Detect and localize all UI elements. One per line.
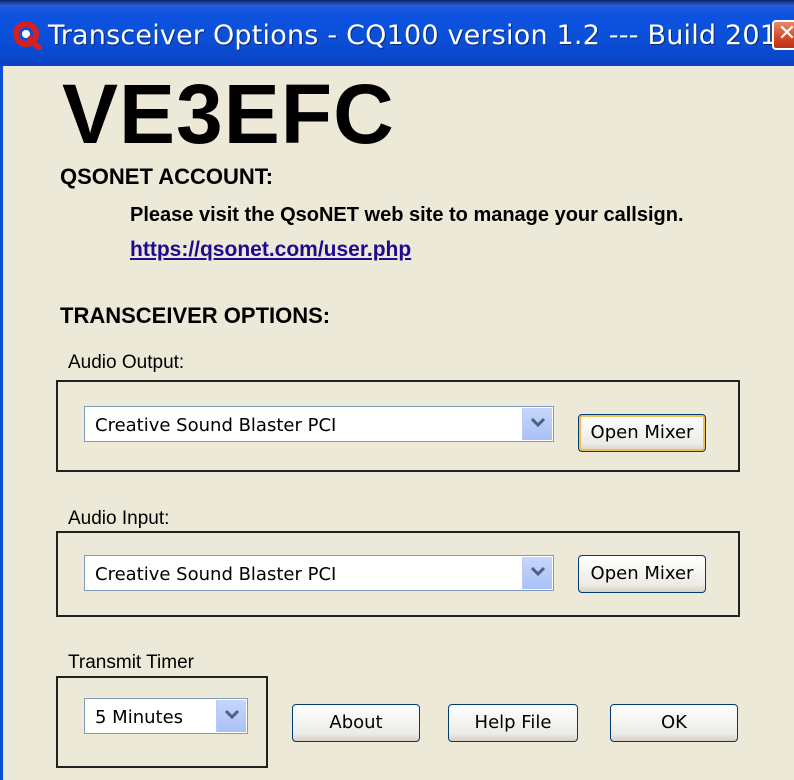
audio-output-label: Audio Output:: [68, 352, 185, 373]
chevron-down-icon[interactable]: [522, 557, 552, 589]
audio-output-select[interactable]: Creative Sound Blaster PCI: [84, 406, 554, 442]
account-link[interactable]: https://qsonet.com/user.php: [130, 238, 411, 262]
audio-input-select[interactable]: Creative Sound Blaster PCI: [84, 555, 554, 591]
window-left-border: [0, 66, 3, 780]
options-window: Transceiver Options - CQ100 version 1.2 …: [0, 0, 794, 780]
window-title: Transceiver Options - CQ100 version 1.2 …: [48, 20, 778, 51]
q-logo-icon: [12, 20, 42, 51]
ok-button[interactable]: OK: [610, 704, 738, 742]
chevron-down-icon[interactable]: [216, 700, 246, 732]
audio-output-open-mixer-button[interactable]: Open Mixer: [578, 414, 706, 452]
transmit-timer-select[interactable]: 5 Minutes: [84, 698, 248, 734]
callsign-heading: VE3EFC: [62, 67, 395, 161]
close-icon[interactable]: ✕: [772, 20, 794, 50]
audio-input-group: Creative Sound Blaster PCI Open Mixer: [56, 531, 740, 617]
title-bar[interactable]: Transceiver Options - CQ100 version 1.2 …: [0, 0, 794, 66]
help-file-button[interactable]: Help File: [448, 704, 578, 742]
about-button[interactable]: About: [292, 704, 420, 742]
audio-input-label: Audio Input:: [68, 508, 170, 529]
transmit-timer-group: 5 Minutes: [56, 676, 268, 768]
audio-input-value: Creative Sound Blaster PCI: [95, 564, 337, 585]
audio-input-open-mixer-button[interactable]: Open Mixer: [578, 555, 706, 593]
transceiver-heading: TRANSCEIVER OPTIONS:: [60, 303, 331, 328]
audio-output-group: Creative Sound Blaster PCI Open Mixer: [56, 380, 740, 472]
audio-output-value: Creative Sound Blaster PCI: [95, 415, 337, 436]
transmit-timer-value: 5 Minutes: [95, 707, 184, 728]
chevron-down-icon[interactable]: [522, 408, 552, 440]
account-message: Please visit the QsoNET web site to mana…: [130, 204, 684, 226]
account-heading: QSONET ACCOUNT:: [60, 164, 274, 189]
transmit-timer-label: Transmit Timer: [68, 652, 194, 673]
